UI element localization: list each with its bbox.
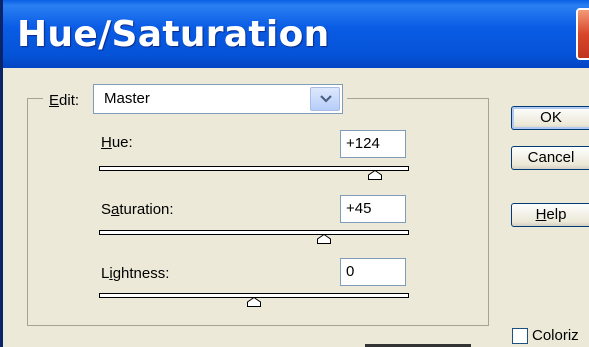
ok-button[interactable]: OK <box>511 106 589 130</box>
hue-slider-thumb[interactable] <box>367 170 382 180</box>
lightness-label-rest: ghtness: <box>112 265 170 282</box>
edit-label-mnemonic: E <box>49 92 60 109</box>
cancel-button[interactable]: Cancel <box>511 146 589 170</box>
hue-saturation-dialog: Hue/Saturation Edit: Master Hue: +124 Sa… <box>0 0 589 347</box>
lightness-value-field[interactable]: 0 <box>340 258 406 286</box>
hue-value-field[interactable]: +124 <box>340 130 406 158</box>
lightness-label: Lightness: <box>101 265 169 282</box>
hue-label-rest: ue: <box>111 134 133 151</box>
lightness-slider-thumb[interactable] <box>247 297 261 307</box>
dropdown-button[interactable] <box>310 87 340 111</box>
saturation-label-rest: turation: <box>119 201 174 218</box>
saturation-value-field[interactable]: +45 <box>340 195 406 223</box>
edit-channel-value: Master <box>104 90 150 107</box>
saturation-label: Saturation: <box>101 201 174 218</box>
saturation-slider-track[interactable] <box>99 230 409 235</box>
saturation-label-pre: S <box>101 201 112 218</box>
adjustment-group <box>27 98 489 326</box>
edit-label: Edit: <box>49 92 79 109</box>
dialog-body: Edit: Master Hue: +124 Saturation: +45 L… <box>3 68 589 347</box>
help-button[interactable]: Help <box>511 203 589 227</box>
chevron-down-icon <box>320 95 332 103</box>
title-bar[interactable]: Hue/Saturation <box>3 0 589 68</box>
colorize-checkbox[interactable] <box>512 328 528 344</box>
hue-slider-track[interactable] <box>99 166 409 171</box>
hue-label-mnemonic: H <box>101 134 112 151</box>
help-button-mnemonic: H <box>535 206 547 223</box>
window-title: Hue/Saturation <box>17 14 330 55</box>
edit-channel-select[interactable]: Master <box>93 84 343 114</box>
edit-label-rest: dit: <box>59 92 80 109</box>
colorize-label: Coloriz <box>532 327 579 344</box>
help-button-rest: elp <box>546 206 567 223</box>
close-button[interactable] <box>576 8 589 60</box>
saturation-slider-thumb[interactable] <box>316 234 331 244</box>
hue-label: Hue: <box>101 134 133 151</box>
